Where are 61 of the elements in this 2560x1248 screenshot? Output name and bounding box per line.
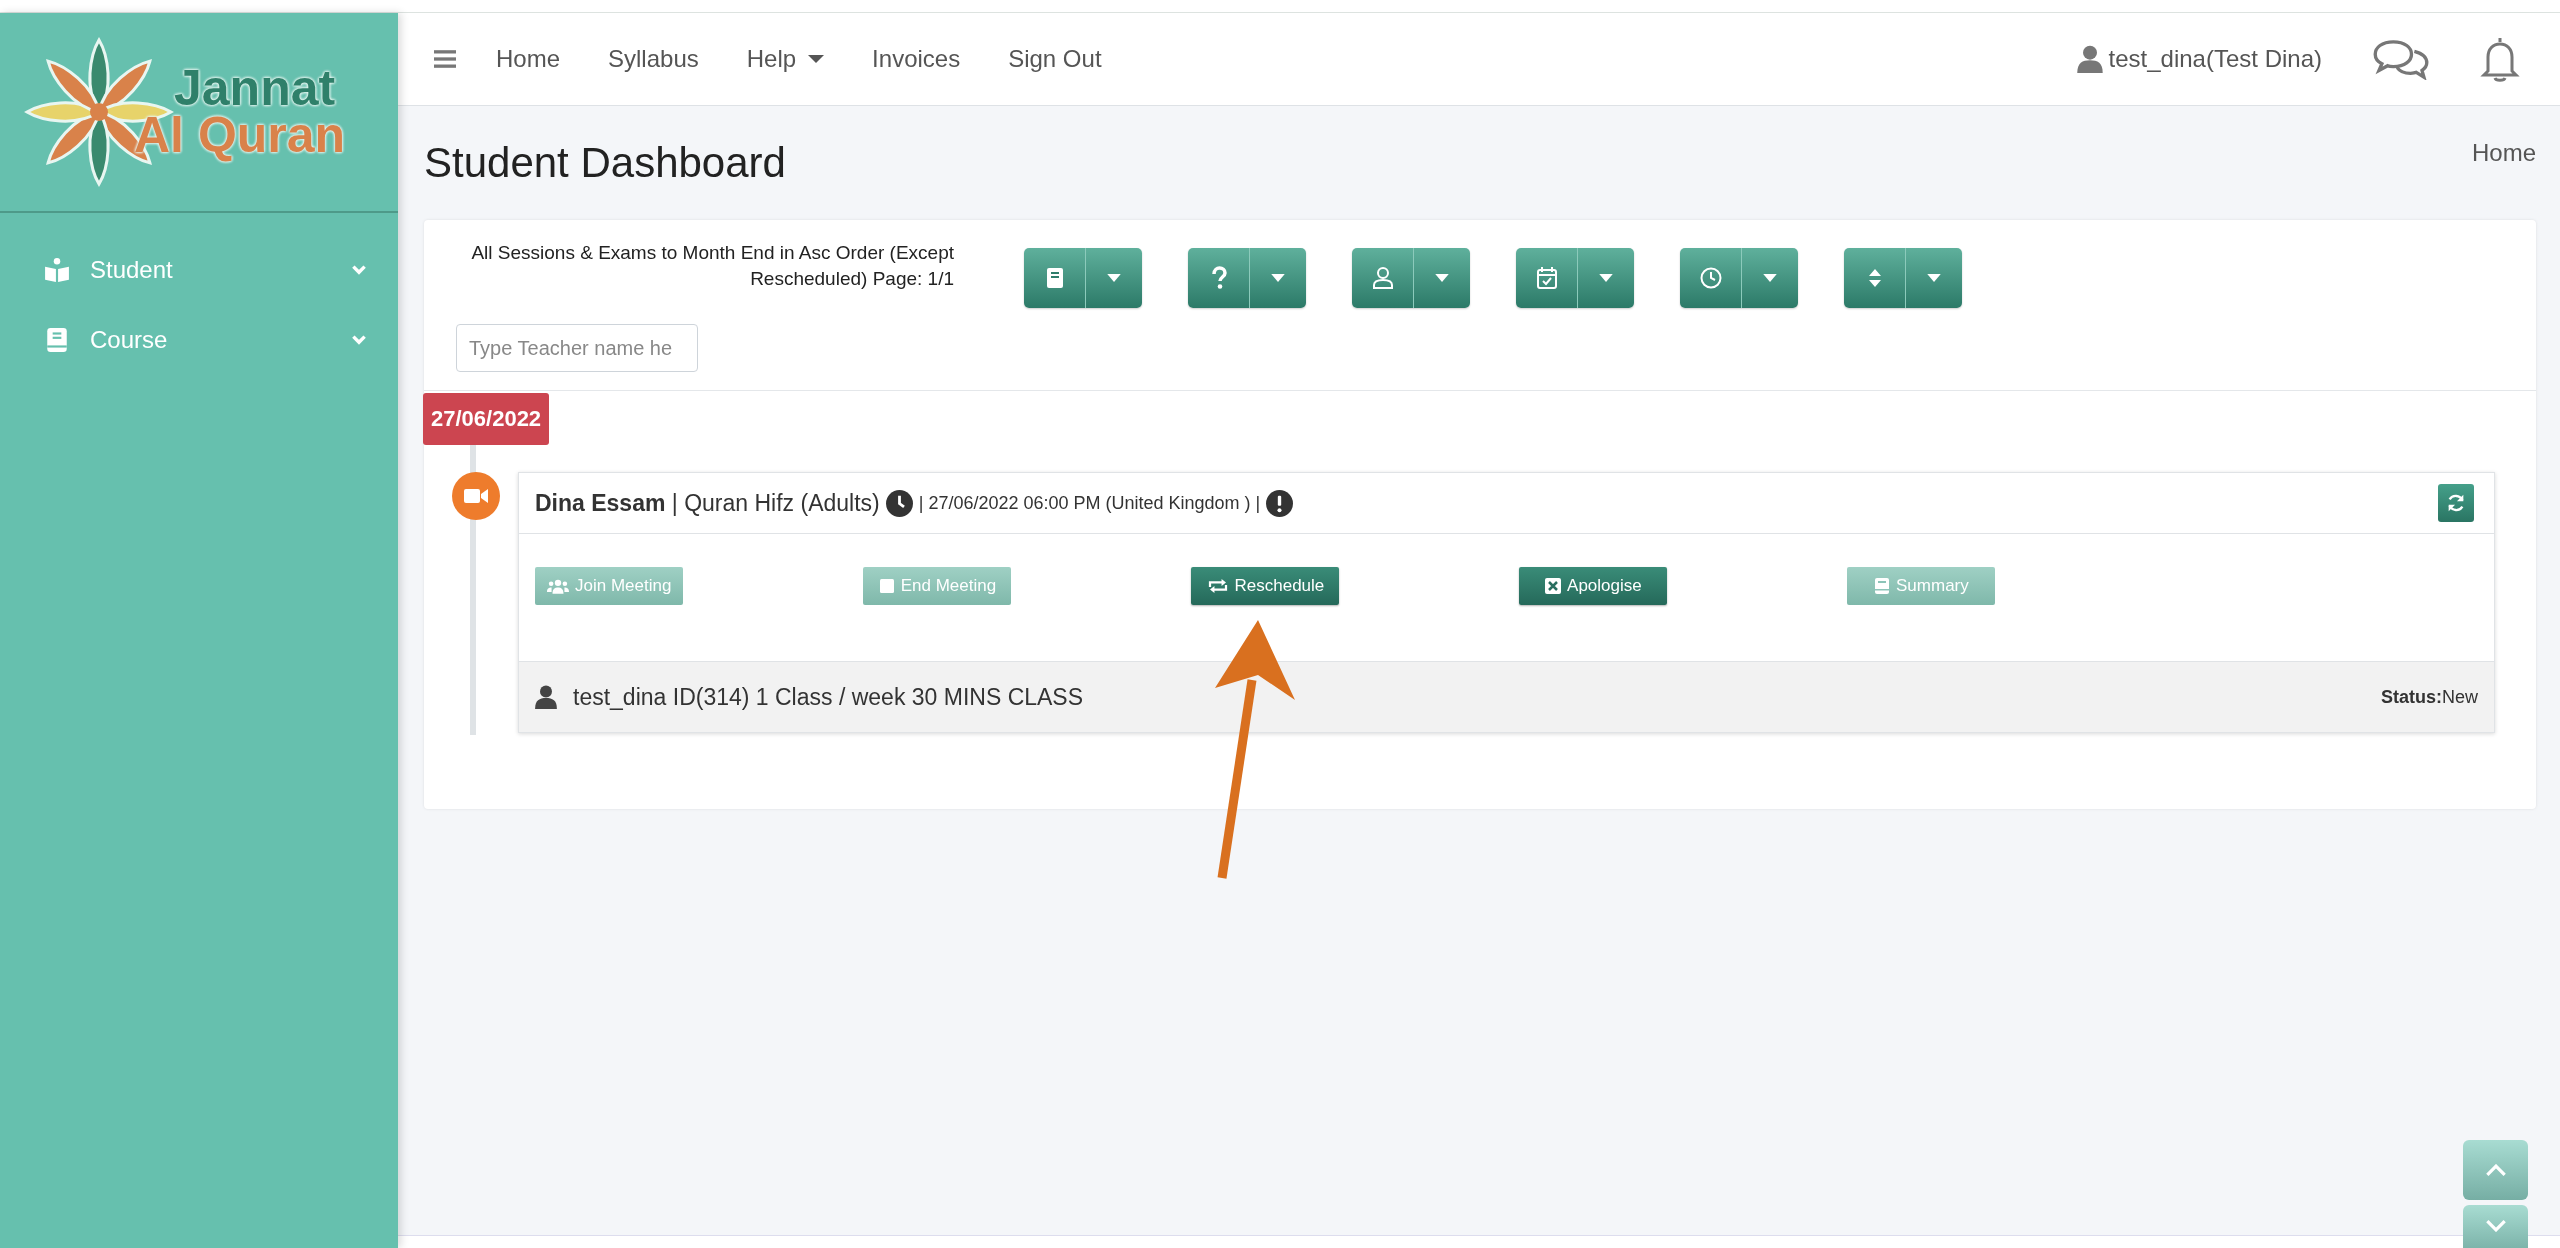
exclamation-icon	[1266, 489, 1294, 517]
calendar-filter-button[interactable]	[1516, 248, 1578, 308]
video-icon	[452, 472, 500, 520]
nav-link[interactable]: Help	[746, 45, 797, 73]
calendar-check-icon	[1534, 266, 1559, 290]
reschedule-button[interactable]: Reschedule	[1191, 567, 1340, 605]
chat-icon[interactable]	[2372, 38, 2430, 80]
stop-icon	[878, 578, 895, 594]
user-name[interactable]: test_dina(Test Dina)	[2108, 45, 2322, 73]
teacher-search-field[interactable]: Type Teacher name he	[456, 324, 698, 372]
caret-icon[interactable]	[808, 55, 825, 63]
caret-icon	[1271, 273, 1285, 283]
page-title: Student Dashboard	[424, 139, 786, 187]
apologise-button[interactable]: Apologise	[1519, 567, 1668, 605]
caret-icon	[1927, 273, 1941, 283]
book-icon	[1874, 578, 1890, 594]
nav-link[interactable]: Home	[496, 45, 561, 73]
caret-icon	[1763, 273, 1777, 283]
caret-icon	[1435, 273, 1449, 283]
refresh-button[interactable]	[2438, 484, 2474, 522]
logo-text: Jannat Al Quran	[134, 64, 346, 160]
session-title: Dina Essam | Quran Hifz (Adults)	[535, 489, 880, 517]
question-filter-button[interactable]	[1188, 248, 1250, 308]
user-filter-button[interactable]	[1352, 248, 1414, 308]
dropdown-button[interactable]	[1086, 248, 1142, 308]
dropdown-button[interactable]	[1250, 248, 1306, 308]
nav-link[interactable]: Invoices	[872, 45, 961, 73]
menu-icon[interactable]	[434, 50, 456, 68]
caret-icon	[1107, 273, 1121, 283]
nav-link[interactable]: Syllabus	[608, 45, 699, 73]
clock-icon	[1698, 266, 1723, 290]
clock-filter-button[interactable]	[1680, 248, 1742, 308]
user-icon	[535, 685, 557, 709]
dropdown-button[interactable]	[1906, 248, 1962, 308]
reader-icon	[44, 257, 70, 283]
session-time: | 27/06/2022 06:00 PM (United Kingdom ) |	[918, 492, 1261, 514]
filter-description: All Sessions & Exams to Month End in Asc Order (Except Rescheduled) Page: 1/1	[470, 241, 954, 291]
chevron-up-icon	[2484, 1163, 2507, 1177]
scroll-up-button[interactable]	[2463, 1140, 2528, 1200]
breadcrumb-link[interactable]: Home	[2471, 139, 2536, 167]
session-status: Status:New	[2380, 686, 2478, 708]
dropdown-button[interactable]	[1578, 248, 1634, 308]
close-icon	[1545, 578, 1562, 594]
chevron-down-icon	[2484, 1219, 2507, 1232]
repeat-icon	[1206, 578, 1229, 594]
book-filter-button[interactable]	[1024, 248, 1086, 308]
caret-icon	[1599, 273, 1613, 283]
student-info: test_dina ID(314) 1 Class / week 30 MINS CLASS	[573, 683, 1084, 711]
dropdown-button[interactable]	[1742, 248, 1798, 308]
user-icon	[2076, 45, 2103, 73]
book-icon	[44, 327, 70, 353]
date-badge: 27/06/2022	[423, 393, 550, 445]
sort-filter-button[interactable]	[1844, 248, 1906, 308]
nav-link[interactable]: Sign Out	[1008, 45, 1102, 73]
sidebar-label: Student	[90, 256, 174, 284]
bell-icon[interactable]	[2480, 35, 2520, 83]
sidebar-label: Course	[90, 326, 169, 354]
user-icon	[1370, 266, 1395, 290]
dropdown-button[interactable]	[1414, 248, 1470, 308]
clock-icon	[885, 489, 913, 517]
users-icon	[547, 578, 569, 594]
